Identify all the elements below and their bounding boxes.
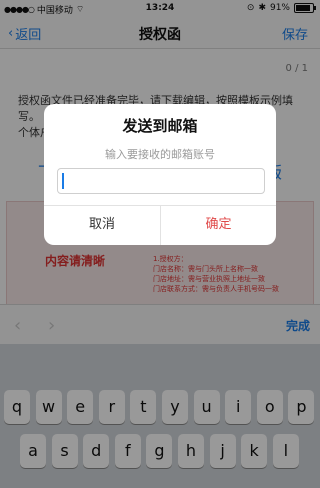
dialog-title: 发送到邮箱	[122, 117, 198, 135]
email-placeholder-hint: 输入要接收的邮箱账号	[105, 148, 215, 161]
confirm-button[interactable]: 确定	[161, 205, 276, 245]
cancel-button[interactable]: 取消	[44, 205, 160, 245]
text-caret	[62, 173, 64, 189]
email-input[interactable]	[57, 168, 265, 194]
send-to-email-dialog: 发送到邮箱 输入要接收的邮箱账号 取消 确定	[44, 104, 276, 245]
